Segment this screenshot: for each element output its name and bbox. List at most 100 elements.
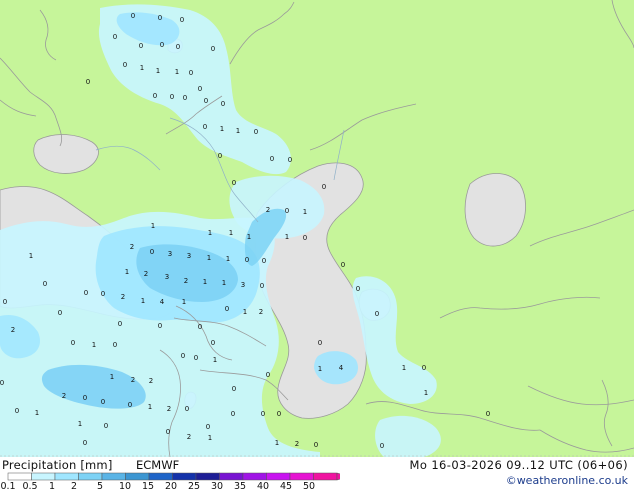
precipitation-map[interactable]: 0 0 0 0 0 0 0 0 0 1 1 1 0 0 0 0 0 0 0 0 0 1 1 0 0 0 0 0 0 2 0 1 1 1 1 1 1 0 2 0… [0,0,634,457]
legend-label-8: 25 [187,481,201,490]
precip-value-76: 0 [113,341,117,349]
precip-value-116: 0 [83,439,87,447]
precip-value-105: 0 [486,410,490,418]
legend-label-9: 30 [210,481,224,490]
precip-value-41: 3 [187,252,191,260]
precip-value-55: 0 [260,282,264,290]
precip-value-5: 0 [211,45,215,53]
precip-value-9: 1 [140,64,144,72]
precip-value-67: 1 [243,308,247,316]
legend-label-12: 45 [279,481,293,490]
precip-value-78: 0 [318,339,322,347]
precip-value-43: 1 [226,255,230,263]
valid-time: Mo 16-03-2026 09..12 UTC (06+06) [409,458,628,472]
precip-value-42: 1 [207,254,211,262]
precip-value-70: 0 [118,320,122,328]
precip-value-108: 0 [166,428,170,436]
precip-value-50: 3 [165,273,169,281]
precip-value-75: 1 [92,341,96,349]
precip-value-102: 0 [261,410,265,418]
precip-value-22: 1 [236,127,240,135]
precip-value-47: 0 [341,261,345,269]
copyright-link[interactable]: ©weatheronline.co.uk [506,474,628,487]
legend-swatch-9 [219,472,244,481]
precip-value-63: 1 [182,298,186,306]
precip-value-33: 1 [208,229,212,237]
legend-label-0: 0.1 [0,481,16,490]
precip-value-37: 0 [303,234,307,242]
precip-value-36: 1 [285,233,289,241]
precip-value-12: 0 [189,69,193,77]
precip-value-71: 0 [158,322,162,330]
precip-value-60: 2 [121,293,125,301]
precip-value-56: 0 [43,280,47,288]
precip-value-25: 0 [270,155,274,163]
precip-value-46: 1 [29,252,33,260]
legend-label-11: 40 [256,481,270,490]
precip-value-45: 0 [262,257,266,265]
precip-value-89: 0 [266,371,270,379]
precip-value-84: 1 [402,364,406,372]
map-footer: Precipitation [mm] ECMWF Mo 16-03-2026 0… [0,457,634,490]
precip-value-66: 0 [225,305,229,313]
precip-value-79: 0 [181,352,185,360]
precip-value-114: 0 [314,441,318,449]
legend-swatch-4 [101,472,126,481]
precip-value-69: 0 [375,310,379,318]
precip-value-81: 1 [213,356,217,364]
precip-value-100: 0 [15,407,19,415]
precip-value-74: 0 [71,339,75,347]
legend-swatch-0 [7,472,32,481]
legend-overflow-arrow [336,472,340,481]
precip-value-72: 0 [198,323,202,331]
precip-value-32: 1 [151,222,155,230]
precip-value-73: 2 [11,326,15,334]
precip-value-83: 4 [339,364,344,372]
precip-value-23: 0 [254,128,258,136]
model-name: ECMWF [136,458,180,472]
precip-value-30: 0 [285,207,289,215]
aral-sea [464,173,526,247]
precip-value-109: 0 [206,423,210,431]
precip-value-17: 0 [183,94,187,102]
precip-value-107: 0 [104,422,108,430]
precip-value-52: 1 [203,278,207,286]
precip-value-28: 0 [322,183,326,191]
product-title: Precipitation [mm] [2,458,113,472]
precip-value-97: 1 [148,403,152,411]
precip-value-103: 0 [277,410,281,418]
precip-value-4: 0 [176,43,180,51]
precip-value-87: 2 [131,376,135,384]
precip-value-68: 2 [259,308,263,316]
legend-swatch-11 [266,472,291,481]
legend-swatch-12 [289,472,314,481]
precip-value-6: 0 [139,42,143,50]
precip-value-90: 0 [0,379,4,387]
precip-value-51: 2 [184,277,188,285]
precip-value-106: 1 [78,420,82,428]
legend-swatch-10 [242,472,267,481]
precip-value-61: 1 [141,297,145,305]
precip-value-2: 0 [180,16,184,24]
precip-value-0: 0 [131,12,135,20]
precip-value-93: 2 [62,392,66,400]
precip-value-19: 0 [221,100,225,108]
legend-label-10: 35 [233,481,247,490]
precip-value-101: 1 [35,409,39,417]
precip-value-49: 2 [144,270,148,278]
precip-value-110: 2 [187,433,191,441]
sea-of-azov [33,134,99,174]
precip-value-48: 1 [125,268,129,276]
legend-label-6: 15 [141,481,155,490]
precip-value-27: 0 [232,179,236,187]
precip-value-99: 0 [185,405,189,413]
precip-value-11: 1 [175,68,179,76]
precip-value-95: 0 [101,398,105,406]
legend-swatch-2 [54,472,79,481]
precip-value-59: 0 [101,290,105,298]
precip-value-14: 0 [86,78,90,86]
legend-swatch-7 [172,472,197,481]
legend-label-7: 20 [164,481,178,490]
legend-label-5: 10 [118,481,132,490]
legend-swatch-3 [78,472,103,481]
